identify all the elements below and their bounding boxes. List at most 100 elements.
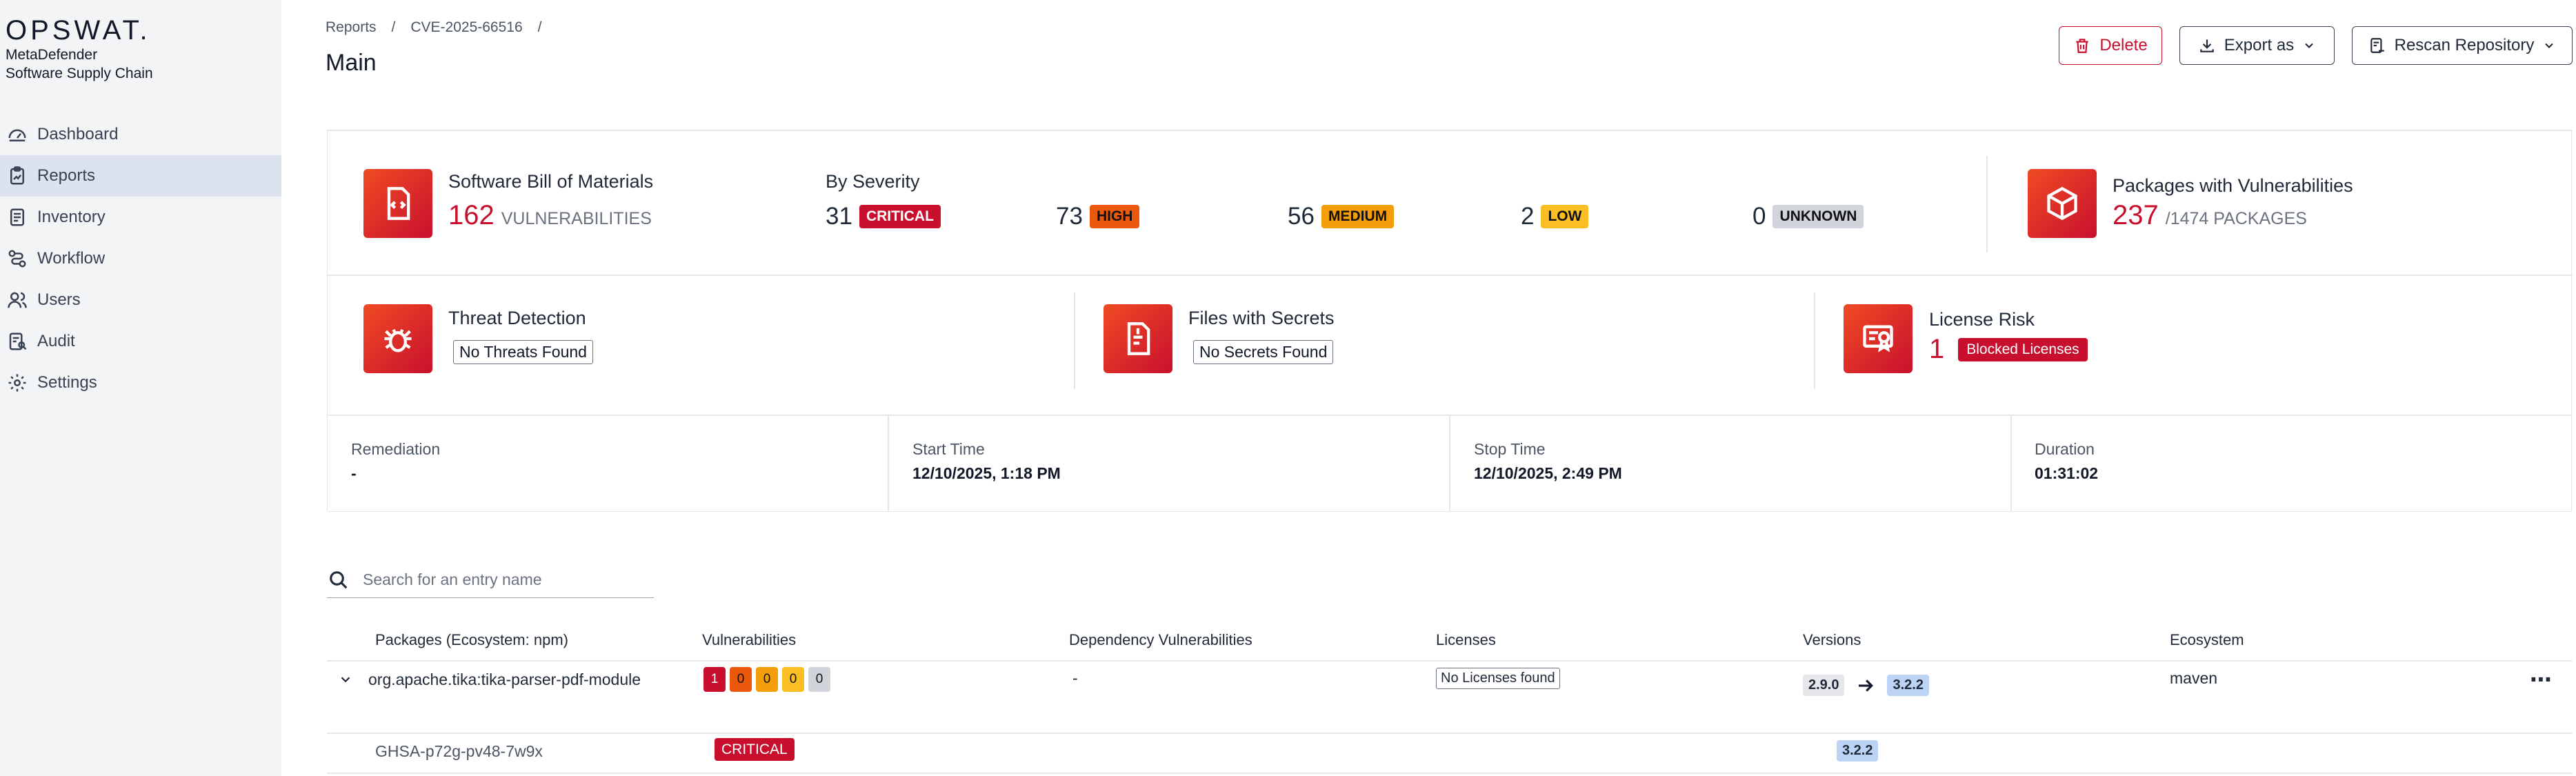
secrets-tile-icon xyxy=(1104,304,1172,373)
remediation-label: Remediation xyxy=(351,440,441,458)
sbom-unit: VULNERABILITIES xyxy=(501,209,652,228)
column-header-licenses[interactable]: Licenses xyxy=(1436,631,1496,649)
license-title: License Risk xyxy=(1929,309,2035,330)
advisory-severity: CRITICAL xyxy=(715,738,795,761)
info-divider xyxy=(328,415,2573,416)
packages-count-row: 237 /1474 PACKAGES xyxy=(2113,200,2307,231)
vulnerability-counts: 1 0 0 0 0 xyxy=(703,667,835,692)
packages-tile-icon xyxy=(2028,169,2097,238)
product-name: MetaDefender Software Supply Chain xyxy=(6,47,153,81)
search-icon xyxy=(330,570,348,588)
sidebar-item-reports[interactable]: Reports xyxy=(0,155,281,197)
sbom-count-row: 162 VULNERABILITIES xyxy=(448,200,652,231)
remediation-value: - xyxy=(351,464,357,482)
package-box-icon xyxy=(2047,186,2077,221)
package-name[interactable]: org.apache.tika:tika-parser-pdf-module xyxy=(368,670,641,689)
severity-medium[interactable]: 56 MEDIUM xyxy=(1288,203,1395,230)
row-divider xyxy=(328,275,2573,276)
vuln-count-low: 0 xyxy=(782,667,804,692)
chevron-down-icon xyxy=(2305,43,2313,48)
breadcrumb-separator: / xyxy=(391,19,396,35)
advisory-fixed-version: 3.2.2 xyxy=(1837,740,1879,762)
packages-title: Packages with Vulnerabilities xyxy=(2113,175,2353,196)
delete-button[interactable]: Delete xyxy=(2059,26,2162,65)
sidebar-item-dashboard[interactable]: Dashboard xyxy=(0,114,281,155)
threat-title: Threat Detection xyxy=(448,308,586,328)
breadcrumb-separator: / xyxy=(537,19,542,35)
column-header-vulnerabilities[interactable]: Vulnerabilities xyxy=(702,631,796,649)
report-summary-card: Software Bill of Materials 162 VULNERABI… xyxy=(327,130,2573,512)
trash-icon xyxy=(2076,39,2088,53)
duration-label: Duration xyxy=(2035,440,2095,458)
more-options-icon[interactable]: ⋯ xyxy=(2530,666,2553,693)
gear-icon xyxy=(8,374,26,392)
card-top-divider xyxy=(328,130,2573,131)
sidebar-item-settings[interactable]: Settings xyxy=(0,362,281,404)
current-version: 2.9.0 xyxy=(1803,675,1845,696)
fixed-version: 3.2.2 xyxy=(1887,675,1929,696)
rescan-icon xyxy=(2370,38,2384,53)
severity-critical[interactable]: 31 CRITICAL xyxy=(826,203,941,230)
table-row-divider xyxy=(327,773,2572,774)
sidebar-item-audit[interactable]: Audit xyxy=(0,321,281,362)
breadcrumb-reports[interactable]: Reports xyxy=(326,19,377,36)
vuln-count-unknown: 0 xyxy=(808,667,830,692)
chevron-down-icon[interactable] xyxy=(338,672,353,687)
severity-unknown[interactable]: 0 UNKNOWN xyxy=(1753,203,1864,230)
threat-tile-icon xyxy=(363,304,432,373)
info-col-divider xyxy=(888,415,889,512)
secrets-status-badge: No Secrets Found xyxy=(1193,340,1334,364)
sidebar-item-users[interactable]: Users xyxy=(0,279,281,321)
start-time-value: 12/10/2025, 1:18 PM xyxy=(912,464,1061,482)
column-header-versions[interactable]: Versions xyxy=(1803,631,1861,649)
sidebar: OPSWAT. MetaDefender Software Supply Cha… xyxy=(0,0,281,776)
license-tile-icon xyxy=(1844,304,1913,373)
chevron-down-icon xyxy=(2545,43,2554,48)
vuln-count-critical: 1 xyxy=(703,667,726,692)
severity-low[interactable]: 2 LOW xyxy=(1521,203,1589,230)
license-count: 1 xyxy=(1929,334,1945,364)
info-col-divider xyxy=(1449,415,1450,512)
dependency-vulnerabilities-value: - xyxy=(1072,669,1078,687)
column-header-dependency-vulnerabilities[interactable]: Dependency Vulnerabilities xyxy=(1069,631,1252,649)
packages-count: 237 xyxy=(2113,200,2159,230)
table-header-divider xyxy=(327,660,2572,661)
users-icon xyxy=(8,292,27,308)
column-header-ecosystem[interactable]: Ecosystem xyxy=(2170,631,2244,649)
severity-title: By Severity xyxy=(826,171,920,192)
stop-time-label: Stop Time xyxy=(1474,440,1546,458)
advisory-id[interactable]: GHSA-p72g-pv48-7w9x xyxy=(375,742,543,761)
vuln-count-high: 0 xyxy=(730,667,752,692)
column-header-packages[interactable]: Packages (Ecosystem: npm) xyxy=(375,631,568,649)
audit-icon xyxy=(9,332,27,350)
page-title: Main xyxy=(326,50,377,76)
certificate-icon xyxy=(1863,325,1893,352)
threat-divider xyxy=(1074,292,1075,389)
document-code-icon xyxy=(387,187,410,220)
sbom-title: Software Bill of Materials xyxy=(448,171,654,192)
threat-status-badge: No Threats Found xyxy=(453,340,593,364)
sidebar-item-workflow[interactable]: Workflow xyxy=(0,238,281,279)
breadcrumb-cve[interactable]: CVE-2025-66516 xyxy=(410,19,522,36)
severity-high[interactable]: 73 HIGH xyxy=(1056,203,1140,230)
list-icon xyxy=(10,208,24,226)
vuln-count-medium: 0 xyxy=(756,667,778,692)
sbom-tile-icon xyxy=(363,169,432,238)
sidebar-item-inventory[interactable]: Inventory xyxy=(0,197,281,238)
search-input[interactable] xyxy=(363,570,639,589)
download-icon xyxy=(2200,39,2214,52)
rescan-repository-button[interactable]: Rescan Repository xyxy=(2352,26,2573,65)
info-col-divider xyxy=(2010,415,2012,512)
table-row-divider xyxy=(327,733,2572,734)
bug-icon xyxy=(384,329,412,352)
opswat-logo[interactable]: OPSWAT. xyxy=(6,15,151,46)
workflow-icon xyxy=(8,250,26,268)
secret-file-icon xyxy=(1127,322,1150,355)
blocked-licenses-badge[interactable]: Blocked Licenses xyxy=(1958,337,2088,361)
license-status-badge: No Licenses found xyxy=(1436,668,1560,689)
arrow-right-icon xyxy=(1859,679,1874,692)
breadcrumb: Reports / CVE-2025-66516 / xyxy=(326,19,542,36)
clipboard-icon xyxy=(10,166,24,185)
version-change: 2.9.0 3.2.2 xyxy=(1803,675,1929,696)
export-button[interactable]: Export as xyxy=(2179,26,2335,65)
